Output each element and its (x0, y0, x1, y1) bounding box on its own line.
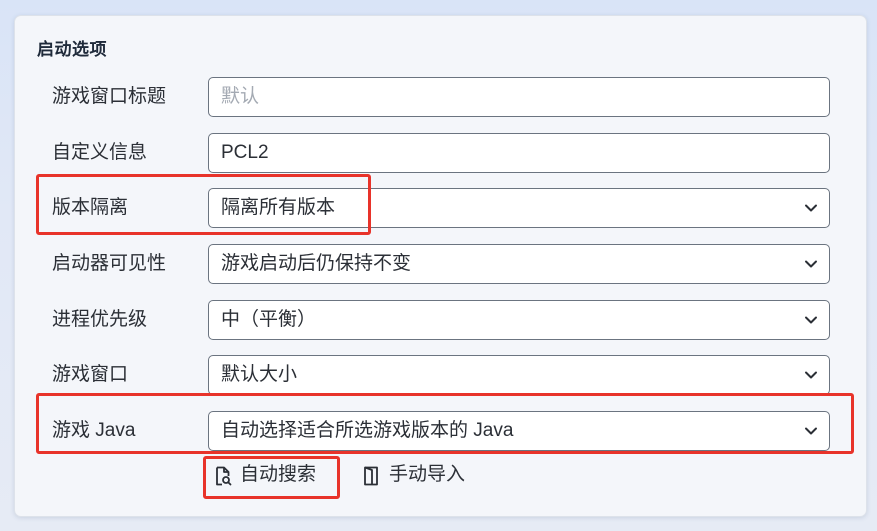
launcher-visibility-value: 游戏启动后仍保持不变 (221, 253, 412, 274)
game-window-label: 游戏窗口 (52, 364, 129, 385)
row-process-priority: 进程优先级 中（平衡） (15, 298, 866, 342)
auto-search-label: 自动搜索 (240, 464, 317, 485)
row-game-java: 游戏 Java 自动选择适合所选游戏版本的 Java (15, 409, 866, 453)
game-java-label: 游戏 Java (52, 420, 136, 441)
game-window-dropdown[interactable]: 默认大小 (208, 355, 830, 395)
game-window-value: 默认大小 (221, 364, 298, 385)
launch-options-card: 启动选项 游戏窗口标题 默认 自定义信息 PCL2 版本隔离 隔离所有版本 启动… (14, 15, 867, 517)
chevron-down-icon (805, 316, 817, 324)
process-priority-dropdown[interactable]: 中（平衡） (208, 300, 830, 340)
row-window-title: 游戏窗口标题 默认 (15, 75, 866, 119)
version-isolation-value: 隔离所有版本 (221, 197, 336, 218)
version-isolation-label: 版本隔离 (52, 197, 129, 218)
window-title-input[interactable]: 默认 (208, 77, 830, 117)
custom-info-label: 自定义信息 (52, 142, 148, 163)
chevron-down-icon (805, 204, 817, 212)
manual-import-button[interactable]: 手动导入 (363, 459, 475, 491)
auto-search-button[interactable]: 自动搜索 (214, 459, 326, 491)
chevron-down-icon (805, 371, 817, 379)
launcher-visibility-dropdown[interactable]: 游戏启动后仍保持不变 (208, 244, 830, 284)
custom-info-value: PCL2 (221, 142, 269, 163)
window-title-placeholder: 默认 (221, 86, 260, 107)
game-java-dropdown[interactable]: 自动选择适合所选游戏版本的 Java (208, 411, 830, 451)
row-launcher-visibility: 启动器可见性 游戏启动后仍保持不变 (15, 242, 866, 286)
row-game-window: 游戏窗口 默认大小 (15, 353, 866, 397)
version-isolation-dropdown[interactable]: 隔离所有版本 (208, 188, 830, 228)
launcher-visibility-label: 启动器可见性 (52, 253, 167, 274)
file-search-icon (216, 466, 232, 486)
row-version-isolation: 版本隔离 隔离所有版本 (15, 186, 866, 230)
game-java-value: 自动选择适合所选游戏版本的 Java (221, 420, 514, 441)
custom-info-input[interactable]: PCL2 (208, 133, 830, 173)
section-title: 启动选项 (37, 40, 107, 59)
window-title-label: 游戏窗口标题 (52, 86, 167, 107)
manual-import-label: 手动导入 (389, 464, 466, 485)
chevron-down-icon (805, 260, 817, 268)
door-import-icon (364, 466, 378, 486)
process-priority-label: 进程优先级 (52, 309, 148, 330)
process-priority-value: 中（平衡） (221, 309, 317, 330)
chevron-down-icon (805, 427, 817, 435)
row-custom-info: 自定义信息 PCL2 (15, 131, 866, 175)
